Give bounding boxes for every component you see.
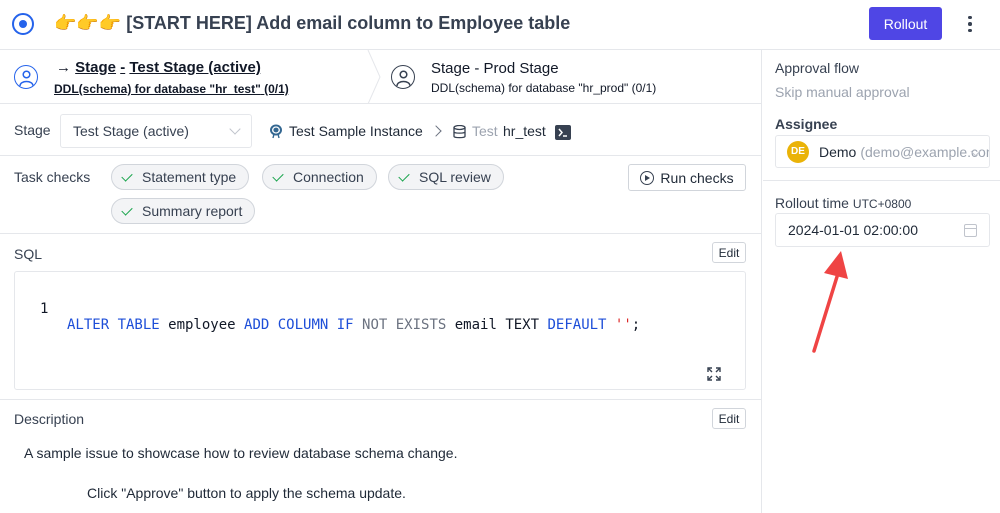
avatar: DE bbox=[787, 140, 809, 163]
task-checks-label: Task checks bbox=[14, 169, 91, 185]
instance-link[interactable]: Test Sample Instance bbox=[289, 123, 423, 139]
database-icon bbox=[453, 125, 466, 139]
sql-token: NOT EXISTS bbox=[353, 317, 447, 333]
description-text: A sample issue to showcase how to review… bbox=[24, 445, 458, 461]
stage-pipeline: → Stage - Test Stage (active) DDL(schema… bbox=[0, 50, 762, 104]
sql-label: SQL bbox=[14, 246, 43, 262]
stage-next-task-count: (0/1) bbox=[631, 81, 657, 95]
rollout-button[interactable]: Rollout bbox=[869, 7, 942, 40]
issue-header: 👉👉👉 [START HERE] Add email column to Emp… bbox=[0, 0, 1000, 50]
postgresql-icon bbox=[270, 124, 282, 139]
sql-token: DEFAULT bbox=[547, 317, 607, 333]
sql-token: ALTER TABLE bbox=[67, 317, 160, 333]
arrow-right-icon: → bbox=[56, 59, 71, 76]
rollout-time-value: 2024-01-01 02:00:00 bbox=[788, 222, 918, 238]
sql-token: IF bbox=[328, 317, 354, 333]
calendar-icon[interactable] bbox=[964, 224, 977, 237]
check-icon bbox=[398, 169, 410, 182]
description-label: Description bbox=[14, 411, 85, 427]
stage-active-title[interactable]: → Stage - Test Stage (active) bbox=[56, 59, 261, 76]
assignee-label: Assignee bbox=[775, 116, 838, 132]
stage-select-value: Test Stage (active) bbox=[73, 123, 189, 139]
play-circle-icon bbox=[640, 170, 655, 185]
run-checks-label: Run checks bbox=[660, 169, 734, 186]
sql-token: employee bbox=[159, 317, 245, 333]
stage-next-title[interactable]: Stage - Prod Stage bbox=[431, 60, 559, 77]
sql-code-editor[interactable]: 1 ALTER TABLE employee ADD COLUMN IF NOT… bbox=[14, 271, 746, 390]
chevron-right-icon bbox=[430, 125, 442, 137]
divider bbox=[763, 180, 1000, 181]
chevron-down-icon bbox=[229, 123, 241, 135]
sql-token: ; bbox=[631, 317, 641, 333]
approval-flow-value: Skip manual approval bbox=[775, 84, 910, 100]
assignee-select[interactable]: DE Demo (demo@example.com) bbox=[775, 135, 990, 168]
check-pill-connection[interactable]: Connection bbox=[262, 164, 377, 190]
sidebar: Approval flow Skip manual approval Assig… bbox=[763, 50, 1000, 513]
main-panel: → Stage - Test Stage (active) DDL(schema… bbox=[0, 50, 762, 513]
run-checks-button[interactable]: Run checks bbox=[628, 164, 746, 191]
line-number: 1 bbox=[40, 301, 49, 317]
check-icon bbox=[121, 169, 133, 182]
sql-token: email TEXT bbox=[446, 317, 548, 333]
expand-icon[interactable] bbox=[707, 367, 721, 381]
check-label: Summary report bbox=[142, 203, 243, 219]
stage-selector-row: Stage Test Stage (active) Test Sample In… bbox=[0, 104, 762, 156]
rollout-time-label: Rollout time UTC+0800 bbox=[775, 195, 911, 211]
stage-next-task[interactable]: DDL(schema) for database "hr_prod" (0/1) bbox=[431, 81, 656, 95]
stage-select[interactable]: Test Stage (active) bbox=[60, 114, 252, 148]
more-options-icon[interactable] bbox=[960, 12, 980, 36]
approval-flow-label: Approval flow bbox=[775, 60, 860, 76]
rollout-time-label-text: Rollout time bbox=[775, 195, 849, 211]
issue-title[interactable]: 👉👉👉 [START HERE] Add email column to Emp… bbox=[54, 13, 570, 34]
check-label: Statement type bbox=[142, 169, 237, 185]
rollout-time-input[interactable]: 2024-01-01 02:00:00 bbox=[775, 213, 990, 247]
stage-title-name: Test Stage (active) bbox=[129, 59, 261, 76]
stage-separator-icon bbox=[367, 50, 381, 104]
check-icon bbox=[121, 203, 133, 216]
sql-editor-icon[interactable] bbox=[555, 125, 571, 140]
stage-title-prefix: Stage bbox=[75, 59, 117, 76]
code-content: ALTER TABLE employee ADD COLUMN IF NOT E… bbox=[67, 317, 640, 333]
check-label: SQL review bbox=[419, 169, 491, 185]
check-label: Connection bbox=[293, 169, 364, 185]
code-line: 1 ALTER TABLE employee ADD COLUMN IF NOT… bbox=[15, 285, 640, 349]
stage-label: Stage bbox=[14, 122, 51, 138]
stage-title-sep: - bbox=[120, 59, 126, 76]
stage-user-icon bbox=[14, 65, 38, 89]
database-link[interactable]: hr_test bbox=[503, 123, 546, 139]
stage-active-task-label: DDL(schema) for database "hr_test" bbox=[54, 82, 261, 96]
timezone-label: UTC+0800 bbox=[852, 197, 912, 211]
check-pill-statement-type[interactable]: Statement type bbox=[111, 164, 250, 190]
check-pill-summary-report[interactable]: Summary report bbox=[111, 198, 256, 224]
assignee-name: Demo bbox=[819, 143, 857, 160]
sql-edit-button[interactable]: Edit bbox=[712, 242, 746, 263]
stage-active-task[interactable]: DDL(schema) for database "hr_test" (0/1) bbox=[54, 82, 289, 96]
stage-user-icon bbox=[391, 65, 415, 89]
stage-active-task-count: (0/1) bbox=[264, 82, 289, 96]
description-text: Click "Approve" button to apply the sche… bbox=[87, 485, 406, 501]
check-icon bbox=[272, 169, 284, 182]
sql-section: SQL Edit 1 ALTER TABLE employee ADD COLU… bbox=[0, 234, 762, 400]
status-circle-icon bbox=[12, 13, 34, 35]
check-pill-sql-review[interactable]: SQL review bbox=[388, 164, 504, 190]
sql-token: '' bbox=[606, 317, 632, 333]
environment-name: Test bbox=[472, 123, 498, 139]
sql-token: ADD COLUMN bbox=[244, 317, 329, 333]
stage-next-task-label: DDL(schema) for database "hr_prod" bbox=[431, 81, 629, 95]
description-edit-button[interactable]: Edit bbox=[712, 408, 746, 429]
task-checks-row: Task checks Statement type Connection SQ… bbox=[0, 156, 762, 234]
